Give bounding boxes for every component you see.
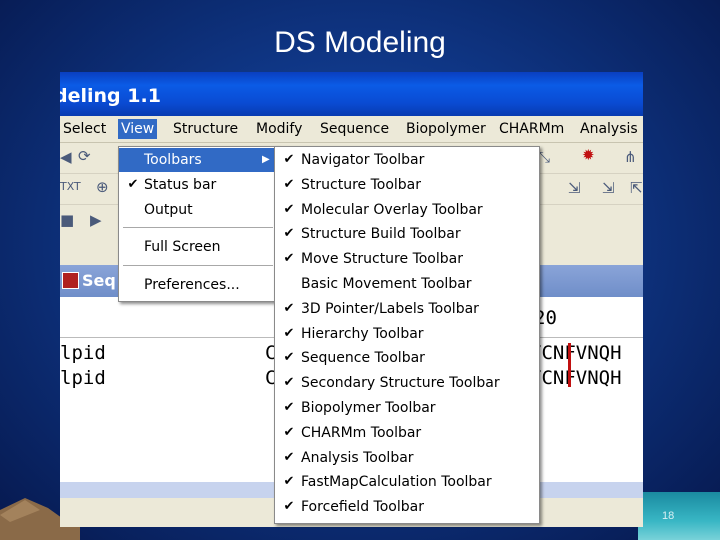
check-icon: ✔ bbox=[283, 474, 295, 490]
view-menu-toolbars[interactable]: Toolbars ▶ bbox=[119, 148, 277, 172]
menubar: Select View Structure Modify Sequence Bi… bbox=[60, 116, 643, 143]
check-icon: ✔ bbox=[283, 201, 295, 217]
sequence-row-residues: YCNFVNQH bbox=[530, 342, 622, 364]
check-icon: ✔ bbox=[283, 226, 295, 242]
toolbar-toggle-item[interactable]: ✔ 3D Pointer/Labels Toolbar bbox=[275, 297, 539, 321]
toolbar-toggle-item[interactable]: ✔ Secondary Structure Toolbar bbox=[275, 371, 539, 395]
atom-icon[interactable]: ✹ bbox=[582, 146, 595, 164]
view-menu-full-screen[interactable]: Full Screen bbox=[119, 235, 277, 259]
globe-icon[interactable]: ⊕ bbox=[96, 178, 109, 196]
toolbar-toggle-label: Sequence Toolbar bbox=[301, 350, 425, 367]
toolbar-toggle-item[interactable]: ✔ CHARMm Toolbar bbox=[275, 421, 539, 445]
view-menu-output[interactable]: Output bbox=[119, 198, 277, 222]
toolbar-toggle-item[interactable]: ✔ Forcefield Toolbar bbox=[275, 495, 539, 519]
toolbar-toggle-item[interactable]: ✔ Molecular Overlay Toolbar bbox=[275, 198, 539, 222]
toolbar-toggle-item[interactable]: ✔ Structure Toolbar bbox=[275, 173, 539, 197]
submenu-arrow-icon: ▶ bbox=[262, 154, 270, 165]
sequence-window-icon bbox=[62, 272, 79, 289]
check-icon: ✔ bbox=[283, 176, 295, 192]
output-label: Output bbox=[144, 202, 193, 218]
toolbar-toggle-label: Structure Build Toolbar bbox=[301, 226, 461, 243]
toolbars-label: Toolbars bbox=[144, 152, 202, 168]
align-right-icon[interactable]: ⇲ bbox=[602, 179, 615, 197]
toolbar-toggle-item[interactable]: ✔ Analysis Toolbar bbox=[275, 446, 539, 470]
text-icon[interactable]: TXT bbox=[60, 180, 81, 193]
menu-divider bbox=[123, 227, 273, 228]
toolbar-toggle-item[interactable]: ✔ Sequence Toolbar bbox=[275, 346, 539, 370]
check-icon: ✔ bbox=[283, 375, 295, 391]
toolbar-toggle-item[interactable]: Basic Movement Toolbar bbox=[275, 272, 539, 296]
check-icon: ✔ bbox=[283, 400, 295, 415]
check-icon: ✔ bbox=[283, 499, 295, 515]
sequence-row-name[interactable]: lpid bbox=[60, 367, 106, 389]
check-icon: ✔ bbox=[127, 177, 139, 192]
slide-title: DS Modeling bbox=[274, 26, 446, 59]
check-icon: ✔ bbox=[283, 449, 295, 465]
full-screen-label: Full Screen bbox=[144, 239, 221, 255]
slide-number: 18 bbox=[662, 510, 675, 522]
check-icon: ✔ bbox=[283, 152, 295, 167]
toolbar-toggle-label: Structure Toolbar bbox=[301, 176, 421, 193]
window-title: deling 1.1 bbox=[60, 85, 161, 107]
rotate-icon[interactable]: ⟳ bbox=[78, 147, 91, 165]
toolbar-toggle-label: FastMapCalculation Toolbar bbox=[301, 474, 492, 491]
view-menu-preferences[interactable]: Preferences... bbox=[119, 273, 277, 297]
sequence-row-residues: YCNFVNQH bbox=[530, 367, 622, 389]
toolbar-toggle-label: Analysis Toolbar bbox=[301, 449, 414, 466]
stop-icon[interactable]: ■ bbox=[60, 211, 74, 229]
check-icon: ✔ bbox=[283, 251, 295, 267]
toolbar-toggle-item[interactable]: ✔ FastMapCalculation Toolbar bbox=[275, 470, 539, 494]
toolbar-toggle-item[interactable]: ✔ Structure Build Toolbar bbox=[275, 222, 539, 246]
sequence-window-title: Seq bbox=[82, 271, 116, 290]
position-marker bbox=[568, 343, 571, 387]
toolbar-toggle-label: 3D Pointer/Labels Toolbar bbox=[301, 300, 479, 317]
window-titlebar: deling 1.1 bbox=[60, 72, 643, 116]
menu-structure[interactable]: Structure bbox=[170, 119, 241, 139]
bond-icon[interactable]: ⋔ bbox=[624, 148, 637, 166]
menu-select[interactable]: Select bbox=[60, 119, 109, 139]
toolbar-toggle-label: Navigator Toolbar bbox=[301, 152, 425, 168]
toolbar-toggle-label: Molecular Overlay Toolbar bbox=[301, 201, 483, 218]
toolbar-toggle-label: Basic Movement Toolbar bbox=[301, 276, 472, 292]
nav-back-icon[interactable]: ◀ bbox=[60, 148, 72, 166]
sequence-row-name[interactable]: lpid bbox=[60, 342, 106, 364]
structure-icon[interactable]: ⇱ bbox=[630, 179, 643, 197]
toolbar-toggle-item[interactable]: ✔ Move Structure Toolbar bbox=[275, 247, 539, 271]
menu-divider bbox=[123, 265, 273, 266]
teal-band bbox=[638, 492, 720, 540]
toolbar-toggle-label: Hierarchy Toolbar bbox=[301, 325, 424, 342]
check-icon: ✔ bbox=[283, 424, 295, 440]
view-menu: Toolbars ▶ ✔ Status bar Output Full Scre… bbox=[118, 146, 278, 302]
view-menu-status-bar[interactable]: ✔ Status bar bbox=[119, 173, 277, 197]
toolbars-submenu: ✔ Navigator Toolbar ✔ Structure Toolbar ✔ Mol… bbox=[274, 146, 540, 524]
menu-analysis[interactable]: Analysis bbox=[577, 119, 641, 139]
menu-view[interactable]: View bbox=[118, 119, 158, 139]
toolbar-toggle-item[interactable]: ✔ Navigator Toolbar bbox=[275, 148, 539, 172]
status-bar-label: Status bar bbox=[144, 177, 217, 193]
check-icon: ✔ bbox=[283, 300, 295, 316]
check-icon: ✔ bbox=[283, 325, 295, 341]
play-icon[interactable]: ▶ bbox=[90, 211, 102, 229]
menu-sequence[interactable]: Sequence bbox=[317, 119, 392, 139]
preferences-label: Preferences... bbox=[144, 277, 240, 293]
align-icon[interactable]: ⇲ bbox=[568, 179, 581, 197]
toolbar-toggle-label: Biopolymer Toolbar bbox=[301, 400, 436, 416]
toolbar-toggle-item[interactable]: ✔ Biopolymer Toolbar bbox=[275, 396, 539, 420]
toolbar-toggle-label: Secondary Structure Toolbar bbox=[301, 375, 500, 392]
menu-modify[interactable]: Modify bbox=[253, 119, 305, 139]
toolbar-toggle-label: CHARMm Toolbar bbox=[301, 424, 422, 441]
toolbar-toggle-label: Move Structure Toolbar bbox=[301, 251, 463, 268]
check-icon: ✔ bbox=[283, 350, 295, 366]
menu-charmm[interactable]: CHARMm bbox=[496, 119, 567, 139]
menu-biopolymer[interactable]: Biopolymer bbox=[403, 119, 489, 139]
toolbar-toggle-item[interactable]: ✔ Hierarchy Toolbar bbox=[275, 322, 539, 346]
toolbar-toggle-label: Forcefield Toolbar bbox=[301, 499, 424, 516]
